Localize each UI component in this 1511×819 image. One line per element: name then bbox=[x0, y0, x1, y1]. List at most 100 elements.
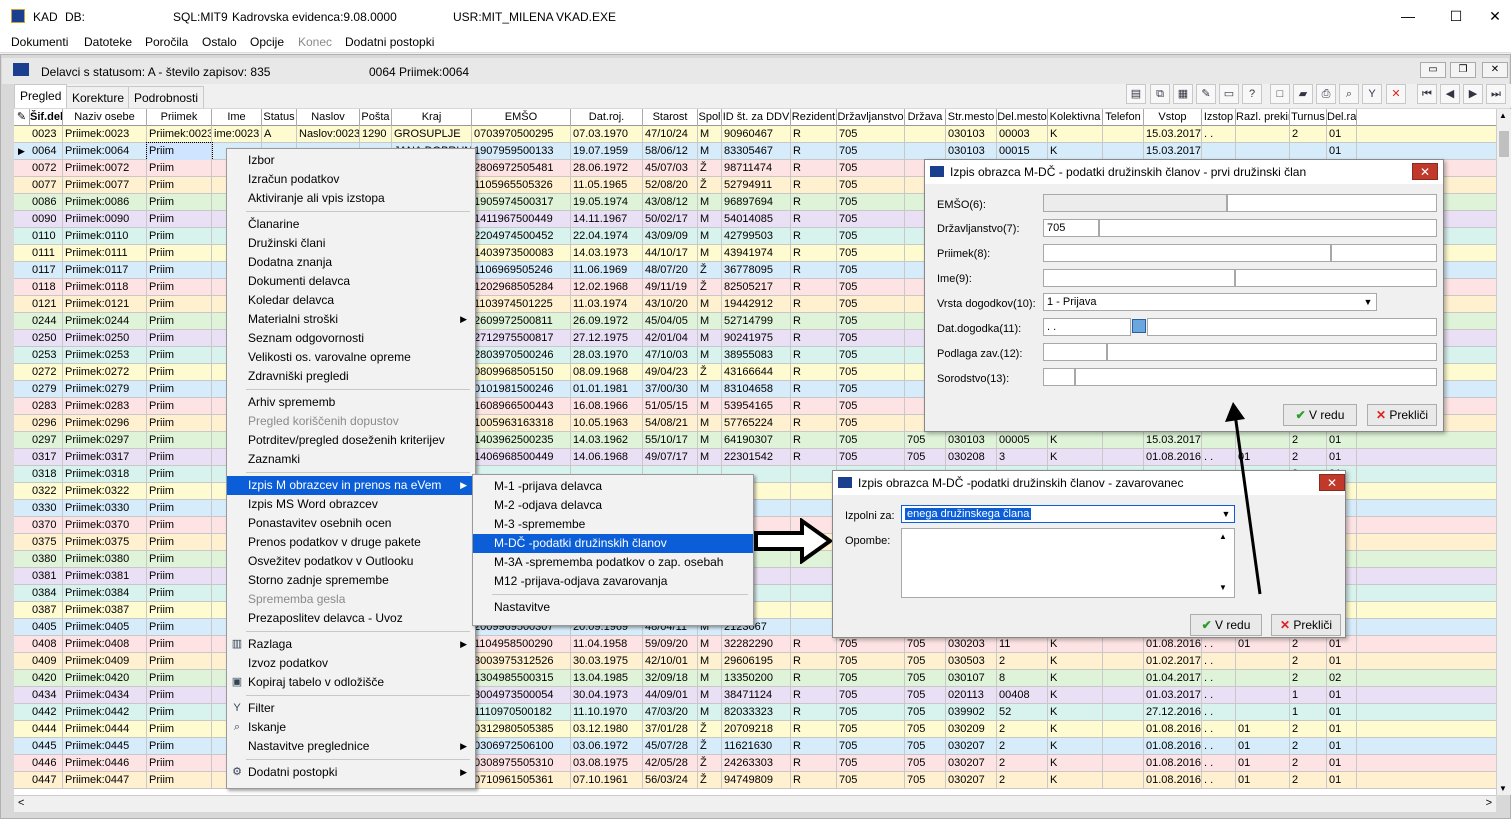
table-cell[interactable]: 0330 bbox=[30, 500, 63, 517]
table-cell[interactable]: K bbox=[1048, 670, 1103, 687]
menu-item[interactable]: Pregled koriščenih dopustov bbox=[227, 412, 475, 431]
table-cell[interactable]: 16.08.1966 bbox=[571, 398, 643, 415]
table-cell[interactable]: GROSUPLJE bbox=[392, 126, 472, 143]
table-cell[interactable]: Priim bbox=[147, 398, 212, 415]
table-cell[interactable]: 14.06.1968 bbox=[571, 449, 643, 466]
table-cell[interactable]: 0420 bbox=[30, 670, 63, 687]
menu-item[interactable]: Izvoz podatkov bbox=[227, 654, 475, 673]
table-cell[interactable]: 705 bbox=[837, 347, 905, 364]
table-cell[interactable]: 0317 bbox=[30, 449, 63, 466]
table-cell[interactable]: Priimek:0023 bbox=[147, 126, 212, 143]
menu-item[interactable]: Prenos podatkov v druge pakete bbox=[227, 533, 475, 552]
table-cell[interactable]: Priimek:0023 bbox=[63, 126, 147, 143]
table-cell[interactable]: R bbox=[791, 432, 837, 449]
table-cell[interactable]: 01 bbox=[1327, 449, 1357, 466]
table-cell[interactable]: 98711474 bbox=[722, 160, 791, 177]
table-cell[interactable]: 01.08.2016 bbox=[1144, 755, 1202, 772]
table-cell[interactable]: . . bbox=[1202, 704, 1236, 721]
table-cell[interactable]: 54014085 bbox=[722, 211, 791, 228]
table-cell[interactable] bbox=[1236, 670, 1290, 687]
table-cell[interactable]: R bbox=[791, 738, 837, 755]
table-cell[interactable]: 01 bbox=[1236, 755, 1290, 772]
table-cell[interactable]: 32282290 bbox=[722, 636, 791, 653]
table-cell[interactable]: 0370 bbox=[30, 517, 63, 534]
table-cell[interactable]: 705 bbox=[837, 636, 905, 653]
table-cell[interactable]: 01 bbox=[1236, 636, 1290, 653]
header-17[interactable]: Del.mesto bbox=[997, 109, 1048, 126]
menu-item[interactable]: ▣ Kopiraj tabelo v odložišče bbox=[227, 673, 475, 692]
table-cell[interactable]: R bbox=[791, 262, 837, 279]
table-cell[interactable]: R bbox=[791, 126, 837, 143]
table-cell[interactable]: R bbox=[791, 364, 837, 381]
table-cell[interactable]: 01.02.2017 bbox=[1144, 653, 1202, 670]
table-cell[interactable]: Priimek:0380 bbox=[63, 551, 147, 568]
new-doc-icon[interactable]: □ bbox=[1270, 84, 1290, 104]
table-cell[interactable]: 01 bbox=[1327, 636, 1357, 653]
menu-ostalo[interactable]: Ostalo bbox=[202, 35, 237, 49]
menu-item[interactable]: Nastavitve bbox=[473, 598, 753, 617]
table-cell[interactable]: A bbox=[262, 126, 297, 143]
emso-field[interactable] bbox=[1043, 194, 1227, 212]
table-cell[interactable] bbox=[1103, 721, 1144, 738]
table-cell[interactable]: M bbox=[698, 313, 722, 330]
menu-item[interactable]: M-1 -prijava delavca bbox=[473, 477, 753, 496]
table-cell[interactable]: 15.03.2017 bbox=[1144, 143, 1202, 160]
table-cell[interactable]: 0710961505361 bbox=[472, 772, 571, 789]
menu-item[interactable]: Prezaposlitev delavca - Uvoz bbox=[227, 609, 475, 628]
menu-item[interactable]: Izračun podatkov bbox=[227, 170, 475, 189]
table-cell[interactable]: 2 bbox=[997, 755, 1048, 772]
table-cell[interactable]: M bbox=[698, 432, 722, 449]
minimize-icon[interactable]: — bbox=[1388, 4, 1428, 28]
table-cell[interactable]: 0408 bbox=[30, 636, 63, 653]
table-cell[interactable]: M bbox=[698, 670, 722, 687]
table-cell[interactable]: 43941974 bbox=[722, 245, 791, 262]
table-cell[interactable]: 14.03.1962 bbox=[571, 432, 643, 449]
table-cell[interactable]: 2 bbox=[1290, 670, 1327, 687]
mdi-restore-icon[interactable]: ❐ bbox=[1450, 62, 1476, 78]
menu-item[interactable]: M-2 -odjava delavca bbox=[473, 496, 753, 515]
table-cell[interactable]: M bbox=[698, 194, 722, 211]
table-cell[interactable]: Priimek:0384 bbox=[63, 585, 147, 602]
table-cell[interactable]: M bbox=[698, 653, 722, 670]
table-cell[interactable]: 90960467 bbox=[722, 126, 791, 143]
table-cell[interactable]: 01 bbox=[1327, 738, 1357, 755]
header-18[interactable]: Kolektivna bbox=[1048, 109, 1103, 126]
menu-item[interactable]: Zaznamki bbox=[227, 450, 475, 469]
menu-item[interactable]: Izpis MS Word obrazcev bbox=[227, 495, 475, 514]
search-icon[interactable]: ⌕ bbox=[1339, 84, 1359, 104]
table-cell[interactable]: 11.10.1970 bbox=[571, 704, 643, 721]
table-cell[interactable]: 14.03.1973 bbox=[571, 245, 643, 262]
table-cell[interactable] bbox=[1290, 143, 1327, 160]
table-cell[interactable]: 01.08.2016 bbox=[1144, 772, 1202, 789]
table-cell[interactable]: R bbox=[791, 143, 837, 160]
table-cell[interactable]: 00015 bbox=[997, 143, 1048, 160]
table-cell[interactable] bbox=[791, 568, 837, 585]
header-0[interactable]: Šif.delavca bbox=[30, 109, 63, 126]
menu-opcije[interactable]: Opcije bbox=[250, 35, 284, 49]
table-cell[interactable]: 47/10/24 bbox=[643, 126, 698, 143]
table-cell[interactable]: 83305467 bbox=[722, 143, 791, 160]
table-cell[interactable]: 0387 bbox=[30, 602, 63, 619]
table-cell[interactable]: . . bbox=[1202, 687, 1236, 704]
table-cell[interactable]: Priim bbox=[147, 313, 212, 330]
table-cell[interactable]: 705 bbox=[837, 449, 905, 466]
table-cell[interactable]: 020113 bbox=[946, 687, 997, 704]
table-cell[interactable]: Priim bbox=[147, 738, 212, 755]
table-cell[interactable]: 2 bbox=[1290, 772, 1327, 789]
table-cell[interactable]: 52 bbox=[997, 704, 1048, 721]
table-cell[interactable]: 1105965505326 bbox=[472, 177, 571, 194]
table-cell[interactable]: R bbox=[791, 330, 837, 347]
table-cell[interactable]: 2 bbox=[1290, 449, 1327, 466]
horizontal-scrollbar[interactable]: < > bbox=[14, 795, 1496, 812]
table-cell[interactable]: 2 bbox=[1290, 755, 1327, 772]
table-cell[interactable]: 03.06.1972 bbox=[571, 738, 643, 755]
table-cell[interactable]: 49/11/19 bbox=[643, 279, 698, 296]
menu-item[interactable]: Aktiviranje ali vpis izstopa bbox=[227, 189, 475, 208]
table-cell[interactable]: M bbox=[698, 449, 722, 466]
table-cell[interactable]: Priim bbox=[147, 432, 212, 449]
table-cell[interactable]: R bbox=[791, 721, 837, 738]
table-cell[interactable]: 1005963163318 bbox=[472, 415, 571, 432]
table-cell[interactable]: K bbox=[1048, 143, 1103, 160]
table-cell[interactable]: Priimek:0086 bbox=[63, 194, 147, 211]
menu-item[interactable]: Materialni stroški ▶ bbox=[227, 310, 475, 329]
